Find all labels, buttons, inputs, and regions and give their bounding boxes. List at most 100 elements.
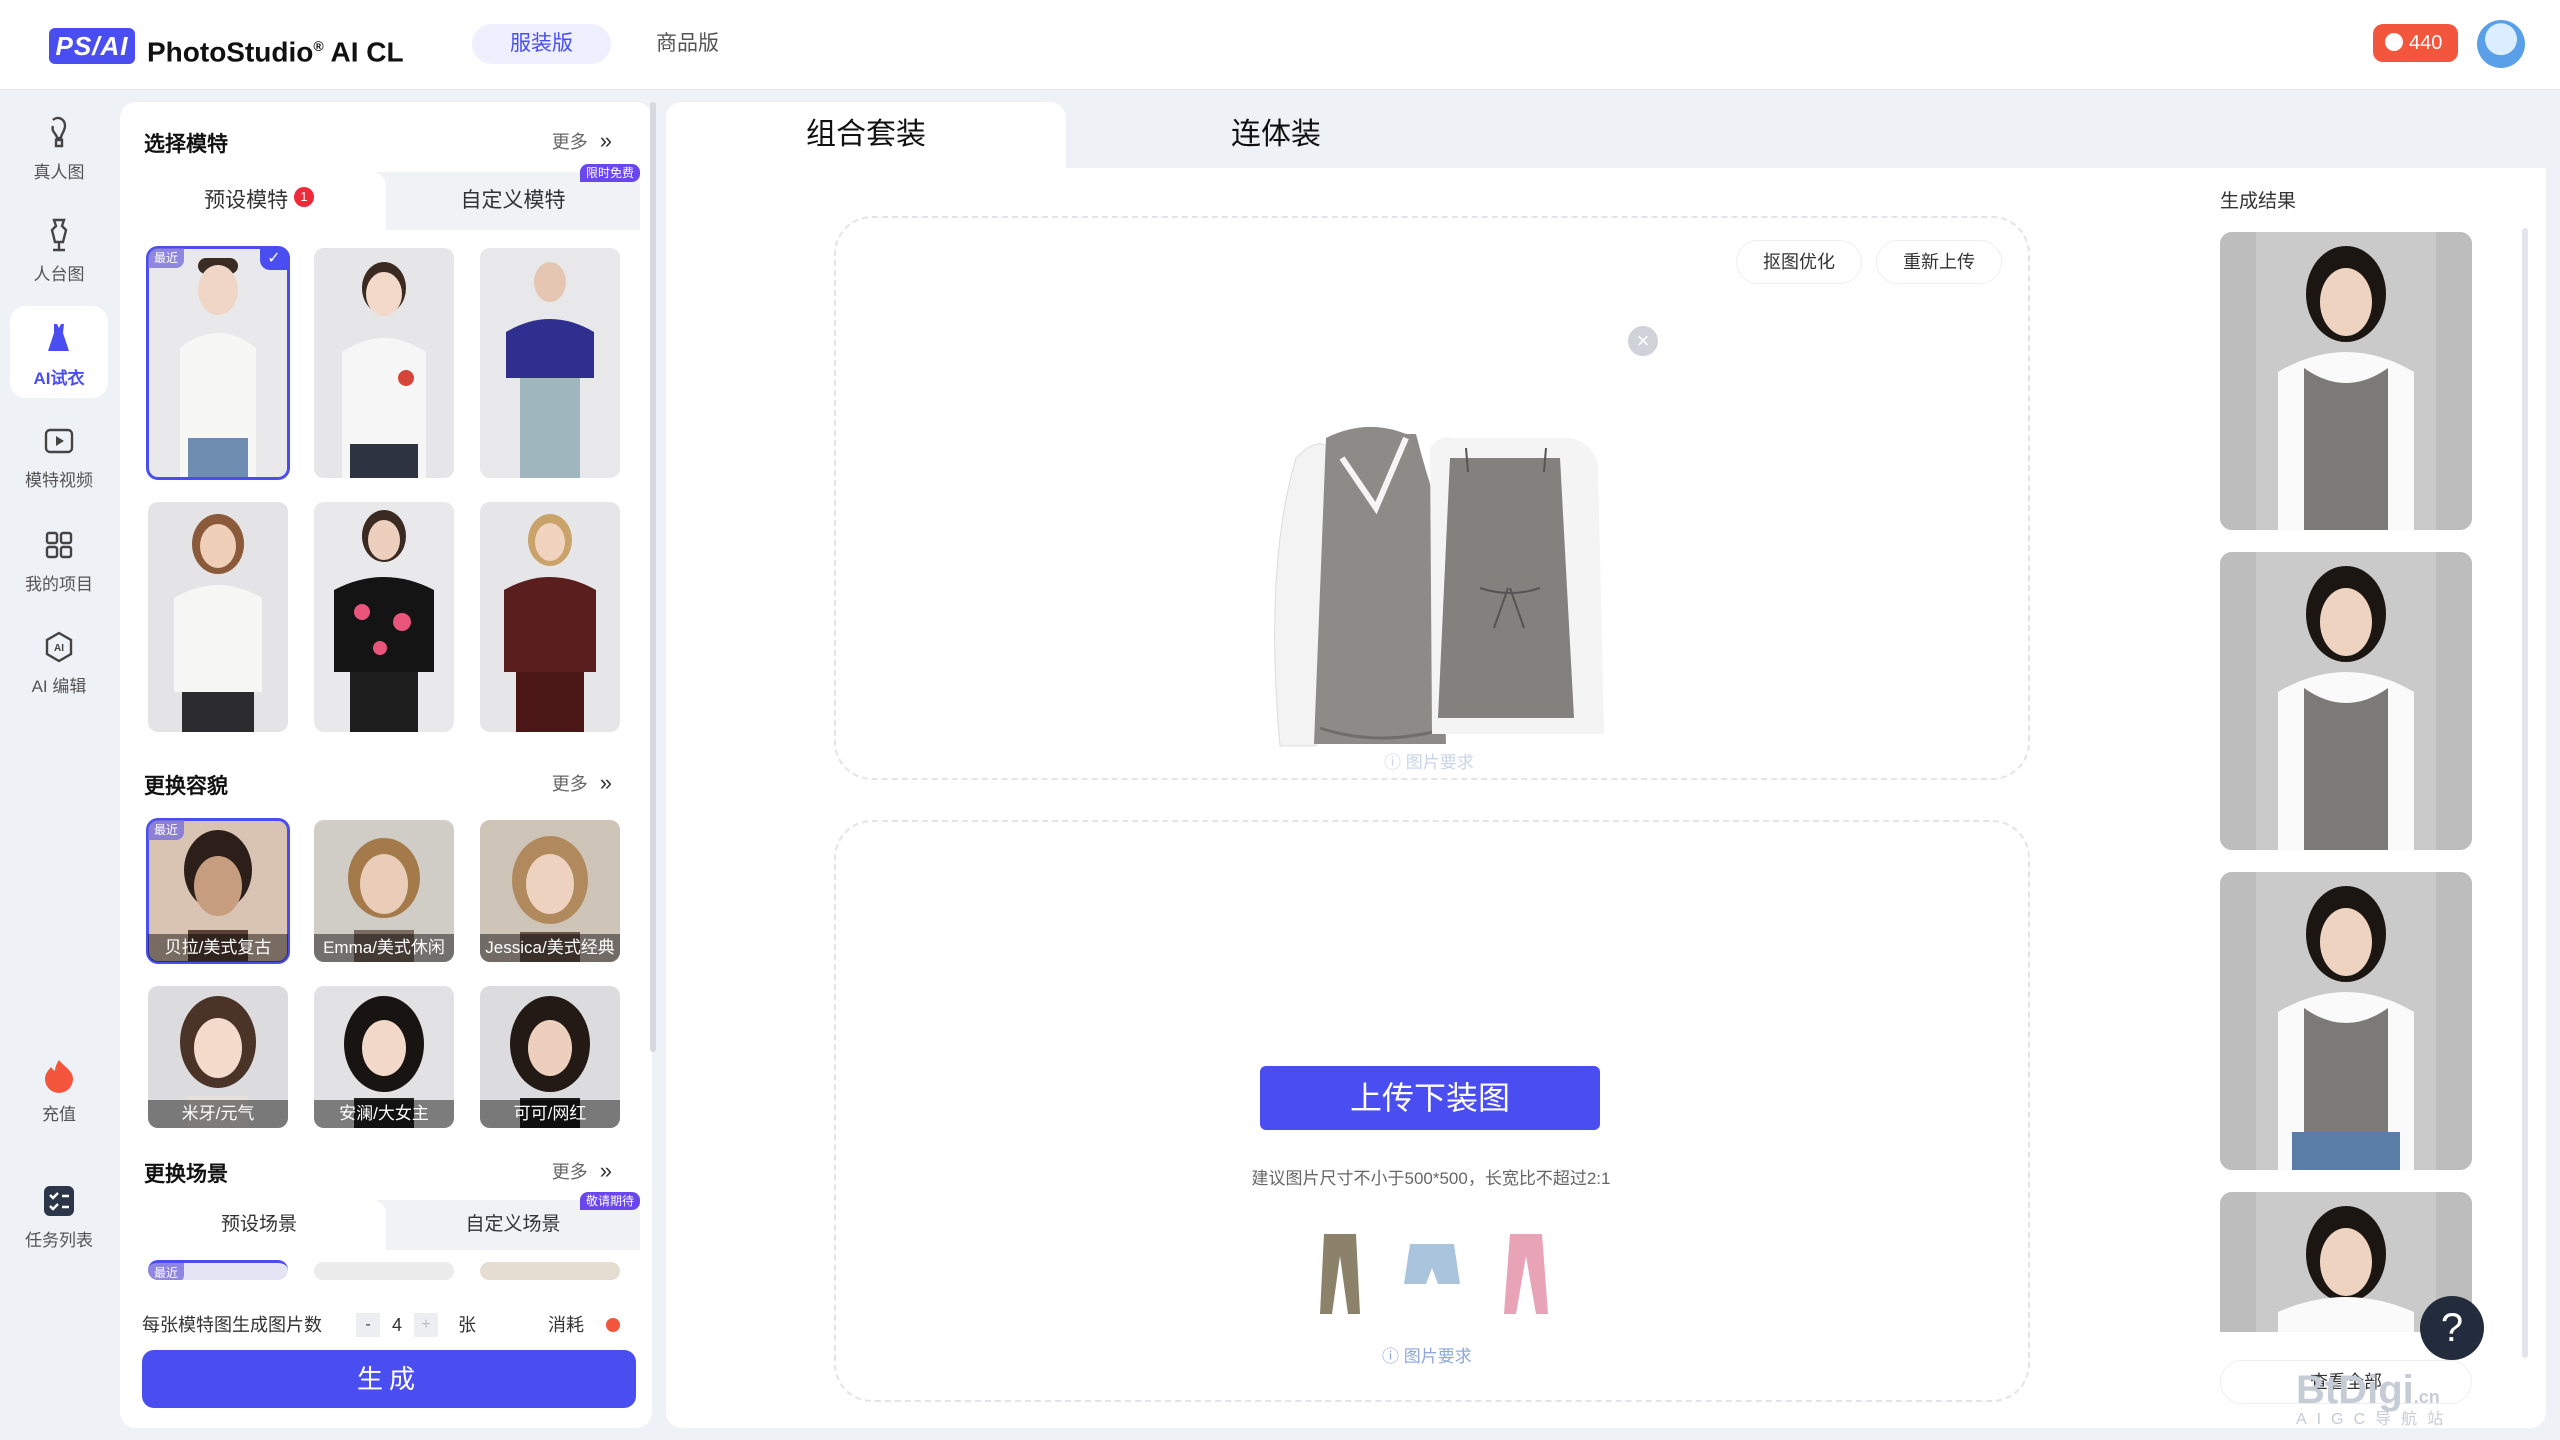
face-caption: 米牙/元气 xyxy=(148,1100,288,1128)
close-icon[interactable]: × xyxy=(1628,326,1658,356)
cutout-optimize-button[interactable]: 抠图优化 xyxy=(1736,240,1862,284)
sample-pink-pants-icon[interactable] xyxy=(1502,1232,1550,1316)
app-suffix: AI CL xyxy=(323,36,404,68)
ai-edit-icon: AI xyxy=(45,631,73,663)
upload-hint: 建议图片尺寸不小于500*500，长宽比不超过2:1 xyxy=(1251,1169,1611,1188)
upload-bottom-button[interactable]: 上传下装图 xyxy=(1260,1066,1600,1130)
scene-more[interactable]: 更多 » xyxy=(552,1158,612,1184)
face-caption: Emma/美式休闲 xyxy=(314,934,454,962)
dress-icon xyxy=(48,324,69,351)
sample-denim-shorts-icon[interactable] xyxy=(1404,1240,1460,1290)
select-model-title: 选择模特 xyxy=(144,133,228,156)
sample-khaki-pants-icon[interactable] xyxy=(1318,1232,1362,1316)
face-caption: 安澜/大女主 xyxy=(314,1100,454,1128)
tab-one-piece[interactable]: 连体装 xyxy=(1096,102,1456,168)
tab-custom-model[interactable]: 自定义模特 限时免费 xyxy=(386,164,640,230)
more-label: 更多 xyxy=(551,132,588,152)
model-thumb-2[interactable] xyxy=(314,248,454,478)
sidebar-item-ai-edit[interactable]: AI AI 编辑 xyxy=(10,614,108,706)
sidebar-item-task-list[interactable]: 任务列表 xyxy=(10,1168,108,1260)
result-image-2[interactable] xyxy=(2220,552,2472,850)
sidebar-item-ai-tryon[interactable]: AI试衣 xyxy=(10,306,108,398)
model-thumb-6[interactable] xyxy=(480,502,620,732)
model-thumb-5[interactable] xyxy=(314,502,454,732)
image-requirement-link[interactable]: ⓘ 图片要求 xyxy=(1382,1342,1472,1367)
face-caption: Jessica/美式经典 xyxy=(480,934,620,962)
model-photo xyxy=(480,248,620,478)
face-thumb-6[interactable]: 可可/网红 xyxy=(480,986,620,1128)
model-thumb-1[interactable]: 最近 ✓ xyxy=(146,246,290,480)
coming-soon-tag: 敬请期待 xyxy=(579,1192,640,1210)
scene-thumb-3[interactable] xyxy=(480,1262,620,1280)
tab-preset-model[interactable]: 预设模特 1 xyxy=(132,172,386,230)
recharge-icon xyxy=(45,1060,73,1093)
left-sidebar: 真人图 人台图 AI试衣 模特视频 我的项目 AI AI 编辑 充值 任务列表 xyxy=(0,90,120,1440)
sidebar-item-my-projects[interactable]: 我的项目 xyxy=(10,512,108,604)
sidebar-item-label: 任务列表 xyxy=(25,1231,93,1250)
result-photo xyxy=(2220,872,2472,1170)
scene-thumb-2[interactable] xyxy=(314,1262,454,1280)
top-garment-dropzone[interactable]: 抠图优化 重新上传 × ⓘ 图片要求 xyxy=(834,216,2030,780)
result-image-3[interactable] xyxy=(2220,872,2472,1170)
face-thumb-4[interactable]: 米牙/元气 xyxy=(148,986,288,1128)
scene-thumb-1[interactable]: 最近 xyxy=(148,1260,288,1280)
credits-value: 440 xyxy=(2409,32,2443,54)
top-requirement-hint[interactable]: ⓘ 图片要求 xyxy=(1384,748,1474,773)
result-image-1[interactable] xyxy=(2220,232,2472,530)
tab-custom-scene[interactable]: 自定义场景 敬请期待 xyxy=(386,1192,640,1250)
mannequin-icon xyxy=(50,218,68,252)
model-thumb-3[interactable] xyxy=(480,248,620,478)
tab-apparel[interactable]: 服装版 xyxy=(472,24,611,64)
face-title: 更换容貌 xyxy=(144,775,228,798)
model-photo xyxy=(148,502,288,732)
select-model-more[interactable]: 更多 » xyxy=(552,128,612,154)
tab-label: 自定义模特 xyxy=(460,189,566,212)
sidebar-item-recharge[interactable]: 充值 xyxy=(10,1042,108,1134)
sidebar-item-label: 我的项目 xyxy=(25,575,93,594)
face-thumb-2[interactable]: Emma/美式休闲 xyxy=(314,820,454,962)
per-model-label: 每张模特图生成图片数 xyxy=(142,1315,322,1335)
double-chevron-right-icon: » xyxy=(599,128,612,153)
app-logo[interactable]: PS/AI xyxy=(49,28,135,64)
video-icon xyxy=(44,428,74,454)
unit-label: 张 xyxy=(458,1315,476,1335)
more-label: 更多 xyxy=(551,1162,588,1182)
scene-subtabs: 预设场景 自定义场景 敬请期待 xyxy=(132,1192,640,1250)
panel-scrollbar[interactable] xyxy=(650,102,656,1052)
model-photo xyxy=(480,502,620,732)
face-more[interactable]: 更多 » xyxy=(552,770,612,796)
count-value[interactable]: 4 xyxy=(380,1308,414,1342)
tab-label: 自定义场景 xyxy=(465,1214,561,1235)
face-caption: 可可/网红 xyxy=(480,1100,620,1128)
generate-button[interactable]: 生成 xyxy=(142,1350,636,1408)
face-thumb-3[interactable]: Jessica/美式经典 xyxy=(480,820,620,962)
face-caption: 贝拉/美式复古 xyxy=(148,934,288,962)
credits-badge[interactable]: 440 xyxy=(2373,24,2459,62)
model-subtabs: 预设模特 1 自定义模特 限时免费 xyxy=(132,164,640,230)
decrement-button[interactable]: - xyxy=(356,1313,380,1337)
result-photo xyxy=(2220,232,2472,530)
avatar[interactable] xyxy=(2477,20,2525,68)
results-title: 生成结果 xyxy=(2220,191,2297,212)
face-thumb-5[interactable]: 安澜/大女主 xyxy=(314,986,454,1128)
registered-mark: ® xyxy=(313,38,324,54)
double-chevron-right-icon: » xyxy=(599,770,612,795)
results-scrollbar[interactable] xyxy=(2522,228,2528,1358)
sidebar-item-mannequin[interactable]: 人台图 xyxy=(10,202,108,294)
tab-product[interactable]: 商品版 xyxy=(618,24,757,64)
sidebar-item-real-person[interactable]: 真人图 xyxy=(10,100,108,192)
model-thumb-4[interactable] xyxy=(148,502,288,732)
task-list-icon xyxy=(44,1186,74,1216)
watermark-tagline: AIGC导航站 xyxy=(2296,1411,2454,1428)
top-header: PS/AI PhotoStudio® AI CL 服装版 商品版 440 xyxy=(0,0,2560,90)
help-button[interactable]: ? xyxy=(2420,1296,2484,1360)
face-thumb-1[interactable]: 最近 贝拉/美式复古 xyxy=(146,818,290,964)
outfit-tabs: 组合套装 连体装 xyxy=(666,102,2546,168)
app-name: PhotoStudio xyxy=(147,36,314,68)
increment-button[interactable]: + xyxy=(414,1313,438,1337)
sidebar-item-model-video[interactable]: 模特视频 xyxy=(10,408,108,500)
tab-preset-scene[interactable]: 预设场景 xyxy=(132,1200,386,1250)
reupload-button[interactable]: 重新上传 xyxy=(1876,240,2002,284)
tab-combo-outfit[interactable]: 组合套装 xyxy=(666,102,1066,168)
human-icon xyxy=(51,116,67,148)
